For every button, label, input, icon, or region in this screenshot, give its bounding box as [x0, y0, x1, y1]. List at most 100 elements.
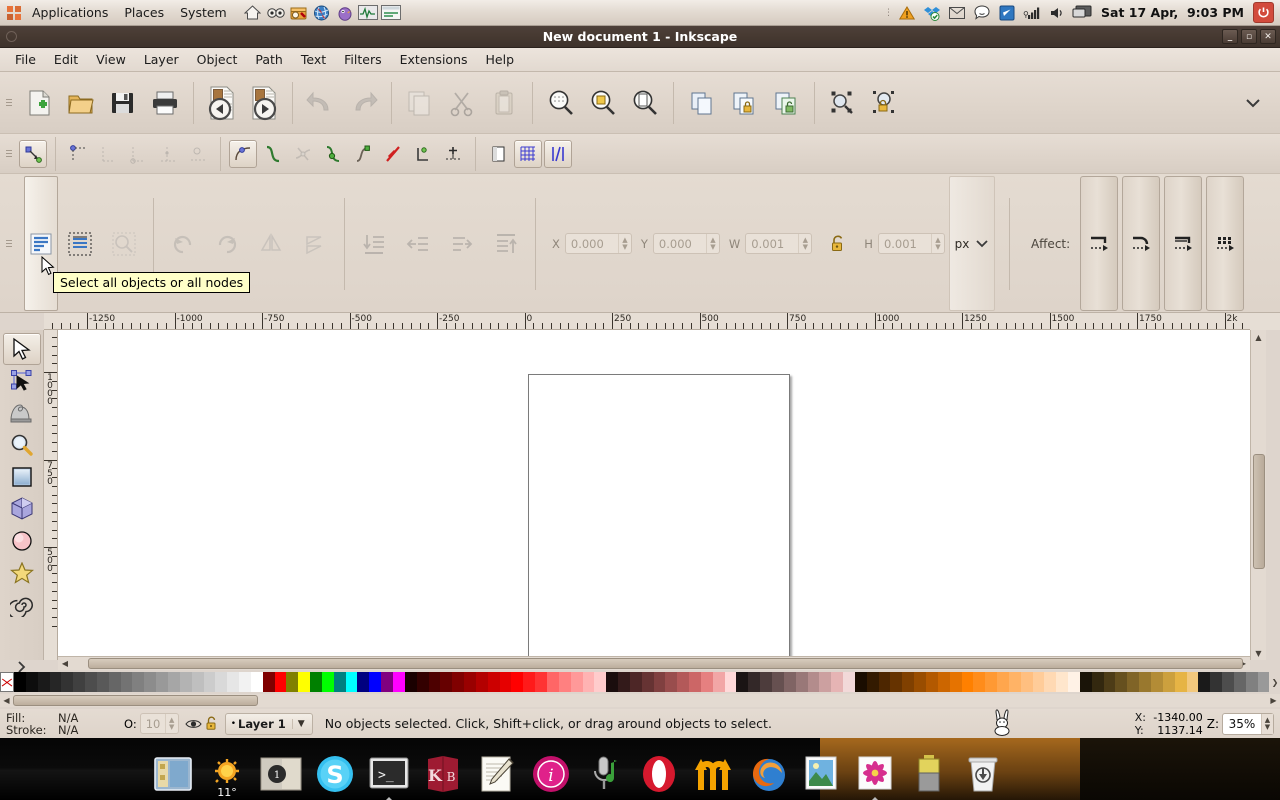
palette-swatch[interactable] — [215, 672, 227, 692]
zoom-drawing-button[interactable] — [582, 81, 624, 125]
new-document-button[interactable] — [18, 81, 60, 125]
palette-swatch[interactable] — [1151, 672, 1163, 692]
dock-trash[interactable] — [960, 751, 1006, 797]
volume-icon[interactable] — [1047, 3, 1067, 23]
flip-vertical-button[interactable] — [293, 174, 337, 313]
palette-swatch[interactable] — [973, 672, 985, 692]
snap-bbox-edge-midpoints-toggle[interactable] — [154, 140, 182, 168]
h-field-input[interactable] — [879, 234, 931, 253]
palette-swatch[interactable] — [867, 672, 879, 692]
chevron-left-icon[interactable]: ◀ — [58, 657, 72, 671]
affect-gradients-button[interactable] — [1164, 176, 1202, 311]
snap-object-centers-toggle[interactable] — [409, 140, 437, 168]
affect-patterns-button[interactable] — [1206, 176, 1244, 311]
menu-system[interactable]: System — [173, 2, 234, 24]
palette-swatch[interactable] — [168, 672, 180, 692]
raise-to-top-button[interactable] — [484, 174, 528, 313]
palette-swatch[interactable] — [571, 672, 583, 692]
affect-stroke-width-button[interactable] — [1080, 176, 1118, 311]
snap-bbox-corners-toggle[interactable] — [124, 140, 152, 168]
opacity-input[interactable] — [141, 714, 165, 733]
y-field-input[interactable] — [654, 234, 706, 253]
minimize-button[interactable]: _ — [1222, 29, 1238, 44]
zoom-input[interactable] — [1223, 714, 1261, 734]
palette-swatch[interactable] — [831, 672, 843, 692]
w-field[interactable]: ▲▼ — [745, 233, 812, 254]
hscroll-track[interactable] — [72, 657, 1236, 671]
palette-swatch[interactable] — [429, 672, 441, 692]
tool-3dbox[interactable] — [3, 493, 41, 525]
palette-swatch[interactable] — [808, 672, 820, 692]
palette-swatch[interactable] — [926, 672, 938, 692]
palette-swatch[interactable] — [85, 672, 97, 692]
palette-swatch[interactable] — [61, 672, 73, 692]
palette-swatch[interactable] — [642, 672, 654, 692]
flip-horizontal-button[interactable] — [249, 174, 293, 313]
palette-swatch[interactable] — [855, 672, 867, 692]
palette-swatch[interactable] — [1175, 672, 1187, 692]
tool-tweak[interactable] — [3, 397, 41, 429]
opacity-field[interactable]: ▲▼ — [140, 713, 179, 734]
duplicate-button[interactable] — [681, 81, 723, 125]
group-button[interactable] — [723, 81, 765, 125]
tool-spiral[interactable] — [3, 589, 41, 621]
web-browser-icon[interactable] — [312, 3, 332, 23]
dock-battery[interactable] — [906, 751, 952, 797]
palette-swatch[interactable] — [725, 672, 737, 692]
palette-swatch[interactable] — [1044, 672, 1056, 692]
palette-scroll-track[interactable] — [13, 695, 1267, 706]
print-document-button[interactable] — [144, 81, 186, 125]
drawing-canvas[interactable] — [58, 330, 1250, 660]
palette-swatch[interactable] — [689, 672, 701, 692]
menu-object[interactable]: Object — [188, 49, 247, 70]
snap-path-intersections-toggle[interactable] — [289, 140, 317, 168]
chevron-down-icon[interactable] — [1232, 81, 1274, 125]
menu-applications[interactable]: Applications — [25, 2, 115, 24]
palette-swatch[interactable] — [665, 672, 677, 692]
dock-clock[interactable]: 1 — [258, 751, 304, 797]
menu-places[interactable]: Places — [117, 2, 171, 24]
palette-swatch[interactable] — [701, 672, 713, 692]
export-button[interactable] — [243, 81, 285, 125]
paste-button[interactable] — [483, 81, 525, 125]
palette-swatch[interactable] — [1139, 672, 1151, 692]
chevron-up-icon[interactable]: ▲ — [1252, 330, 1266, 344]
raise-button[interactable] — [440, 174, 484, 313]
chevron-down-icon[interactable]: ▼ — [292, 719, 310, 729]
chat-icon[interactable] — [972, 3, 992, 23]
enable-snapping-toggle[interactable] — [19, 140, 47, 168]
snap-bbox-edges-toggle[interactable] — [94, 140, 122, 168]
h-field-steppers[interactable]: ▲▼ — [931, 234, 944, 253]
palette-swatch[interactable] — [559, 672, 571, 692]
palette-swatch[interactable] — [144, 672, 156, 692]
palette-swatch[interactable] — [677, 672, 689, 692]
palette-swatch[interactable] — [997, 672, 1009, 692]
palette-swatch[interactable] — [606, 672, 618, 692]
lock-width-height-button[interactable] — [824, 174, 852, 313]
palette-swatch[interactable] — [535, 672, 547, 692]
copy-button[interactable] — [399, 81, 441, 125]
palette-swatch[interactable] — [583, 672, 595, 692]
w-field-input[interactable] — [746, 234, 798, 253]
palette-swatch[interactable] — [286, 672, 298, 692]
undo-button[interactable] — [300, 81, 342, 125]
zoom-control[interactable]: Z: ▲▼ — [1207, 713, 1280, 735]
palette-swatch[interactable] — [1187, 672, 1199, 692]
vscroll-thumb[interactable] — [1253, 454, 1265, 569]
palette-swatch[interactable] — [843, 672, 855, 692]
palette-scroll-thumb[interactable] — [13, 695, 258, 706]
palette-swatch[interactable] — [26, 672, 38, 692]
palette-swatch[interactable] — [630, 672, 642, 692]
palette-swatch[interactable] — [962, 672, 974, 692]
dropbox-icon[interactable] — [922, 3, 942, 23]
palette-swatch[interactable] — [500, 672, 512, 692]
palette-swatch[interactable] — [1127, 672, 1139, 692]
zoom-page-button[interactable] — [624, 81, 666, 125]
archive-manager-icon[interactable] — [289, 3, 309, 23]
palette-swatch[interactable] — [405, 672, 417, 692]
zoom-field[interactable]: ▲▼ — [1222, 713, 1274, 735]
palette-swatch[interactable] — [192, 672, 204, 692]
menu-path[interactable]: Path — [246, 49, 291, 70]
palette-swatch[interactable] — [985, 672, 997, 692]
h-field[interactable]: ▲▼ — [878, 233, 945, 254]
